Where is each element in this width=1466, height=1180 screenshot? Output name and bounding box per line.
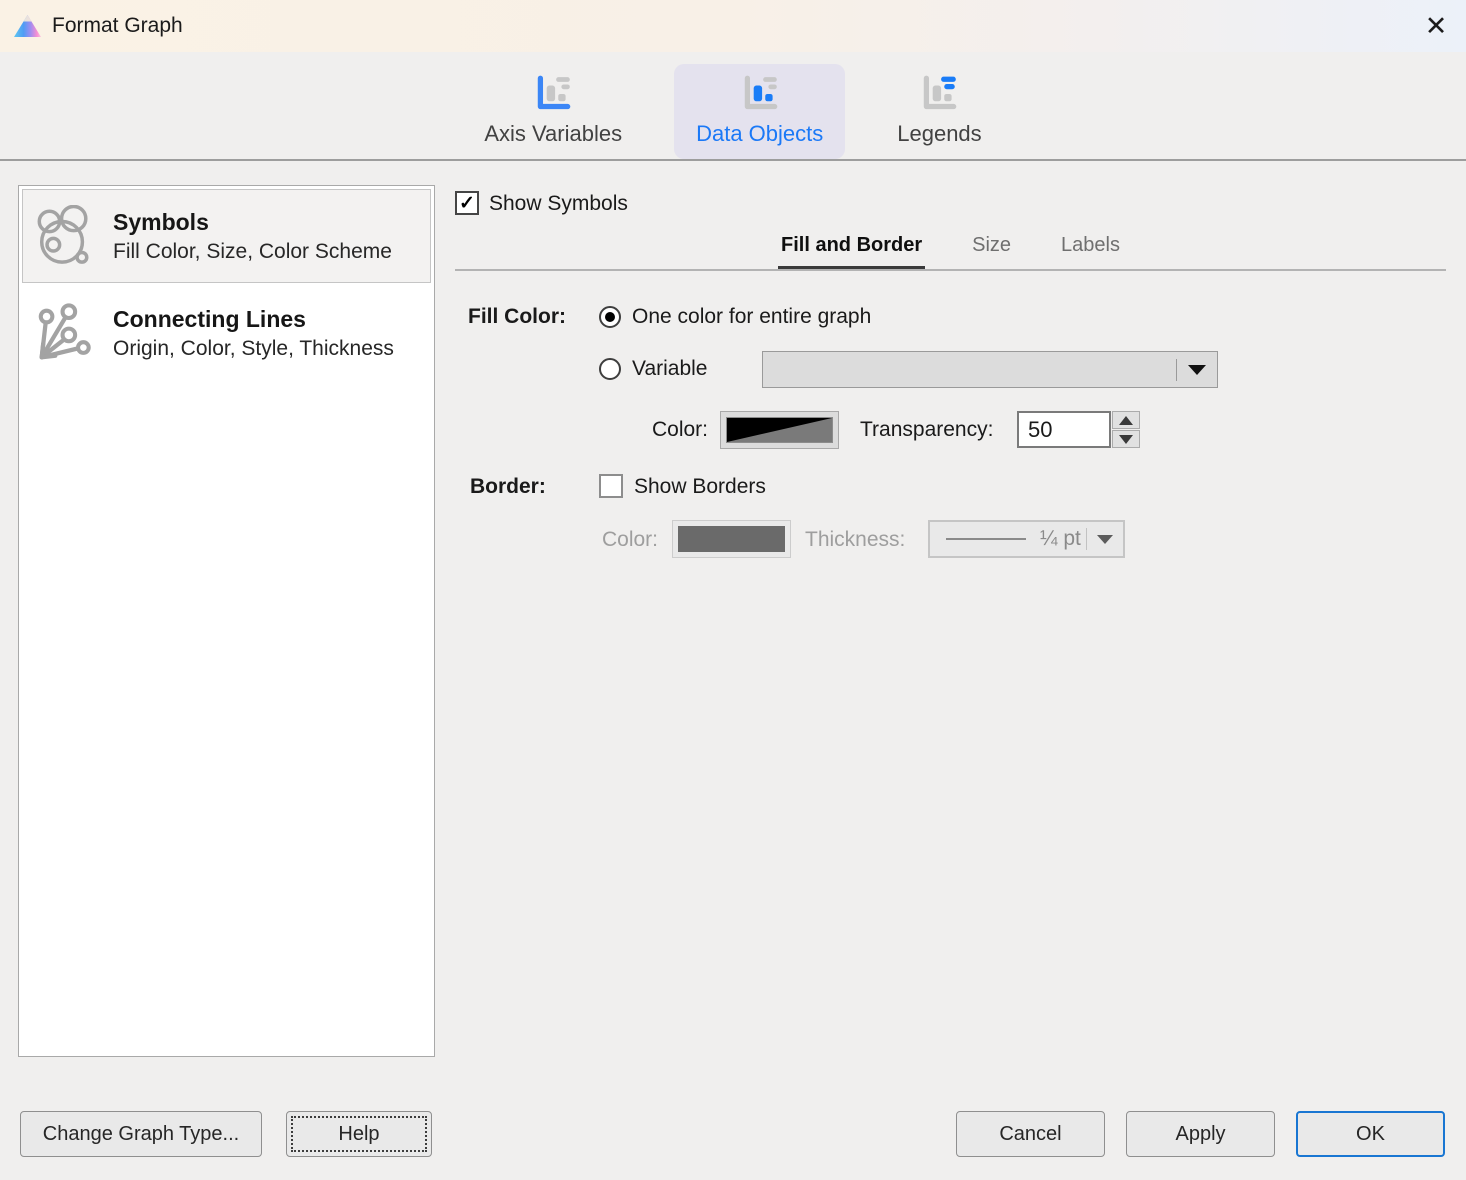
button-label: Cancel [999,1122,1062,1145]
arrow-up-icon [1119,415,1133,425]
variable-dropdown[interactable] [762,351,1218,388]
tab-label: Axis Variables [484,121,623,146]
close-icon: ✕ [1424,10,1448,41]
nav-separator [0,159,1466,161]
tab-data-objects[interactable]: Data Objects [674,64,846,159]
window-title: Format Graph [52,14,183,37]
tab-axis-variables[interactable]: Axis Variables [462,64,644,159]
spinner-up-button[interactable] [1112,411,1140,429]
tab-label: Data Objects [696,121,824,146]
button-label: OK [1356,1122,1385,1145]
tab-label: Size [972,234,1012,256]
chevron-down-icon [1188,364,1206,375]
thickness-label: Thickness: [805,528,906,551]
fill-color-label: Color: [651,418,708,441]
thickness-dropdown: ¼ pt [928,520,1125,558]
sidebar-item-subtitle: Fill Color, Size, Color Scheme [113,239,392,263]
border-section-label: Border: [470,475,546,498]
thickness-value: ¼ pt [1040,527,1081,550]
tab-legends[interactable]: Legends [875,64,1003,159]
format-graph-dialog: Format Graph ✕ Axis Variables Data Objec… [0,0,1466,1180]
legends-icon [924,75,957,110]
tab-labels[interactable]: Labels [1058,227,1123,271]
sidebar-item-symbols[interactable]: Symbols Fill Color, Size, Color Scheme [22,189,431,283]
spinner-down-button[interactable] [1112,430,1140,448]
tab-label: Labels [1061,234,1120,256]
prism-logo-icon [14,15,41,37]
cancel-button[interactable]: Cancel [956,1111,1105,1157]
data-objects-icon [744,75,777,110]
transparency-spinner [1112,411,1140,448]
checkmark-icon: ✓ [459,192,475,214]
line-thickness-sample [946,538,1026,540]
border-color-swatch [672,520,791,558]
variable-label: Variable [632,357,708,380]
nav-tabs: Axis Variables Data Objects Legends [0,64,1466,159]
tab-label: Legends [897,121,982,146]
one-color-radio[interactable] [599,306,621,328]
axis-variables-icon [537,75,571,110]
sidebar: Symbols Fill Color, Size, Color Scheme C… [18,185,435,1057]
sidebar-item-title: Connecting Lines [113,305,306,332]
transparency-label: Transparency: [860,418,994,441]
sidebar-item-title: Symbols [113,208,209,235]
help-button[interactable]: Help [286,1111,432,1157]
show-symbols-label: Show Symbols [489,192,628,215]
change-graph-type-button[interactable]: Change Graph Type... [20,1111,262,1157]
sidebar-item-connecting-lines[interactable]: Connecting Lines Origin, Color, Style, T… [22,286,431,380]
button-label: Help [338,1122,380,1145]
connecting-lines-icon [31,302,97,364]
title-bar: Format Graph ✕ [0,0,1466,52]
panel-tabs: Fill and Border Size Labels [455,227,1446,271]
border-color-label: Color: [601,528,658,551]
variable-radio[interactable] [599,358,621,380]
button-label: Change Graph Type... [42,1122,240,1145]
button-label: Apply [1175,1122,1226,1145]
tab-fill-and-border[interactable]: Fill and Border [778,227,926,271]
apply-button[interactable]: Apply [1126,1111,1275,1157]
close-button[interactable]: ✕ [1406,0,1466,52]
fill-color-swatch[interactable] [720,411,839,449]
panel-tabs-rule [455,269,1446,271]
show-symbols-checkbox[interactable]: ✓ [455,191,479,215]
ok-button[interactable]: OK [1296,1111,1445,1157]
show-borders-checkbox[interactable]: ✓ [599,474,623,498]
chevron-down-icon [1097,534,1113,544]
transparency-input[interactable] [1017,411,1111,448]
one-color-label: One color for entire graph [632,305,872,328]
arrow-down-icon [1119,434,1133,444]
fill-color-section-label: Fill Color: [468,305,566,328]
symbols-icon [31,205,97,267]
tab-label: Fill and Border [781,234,923,256]
tab-size[interactable]: Size [969,227,1014,271]
sidebar-item-subtitle: Origin, Color, Style, Thickness [113,336,394,360]
show-borders-label: Show Borders [634,475,766,498]
